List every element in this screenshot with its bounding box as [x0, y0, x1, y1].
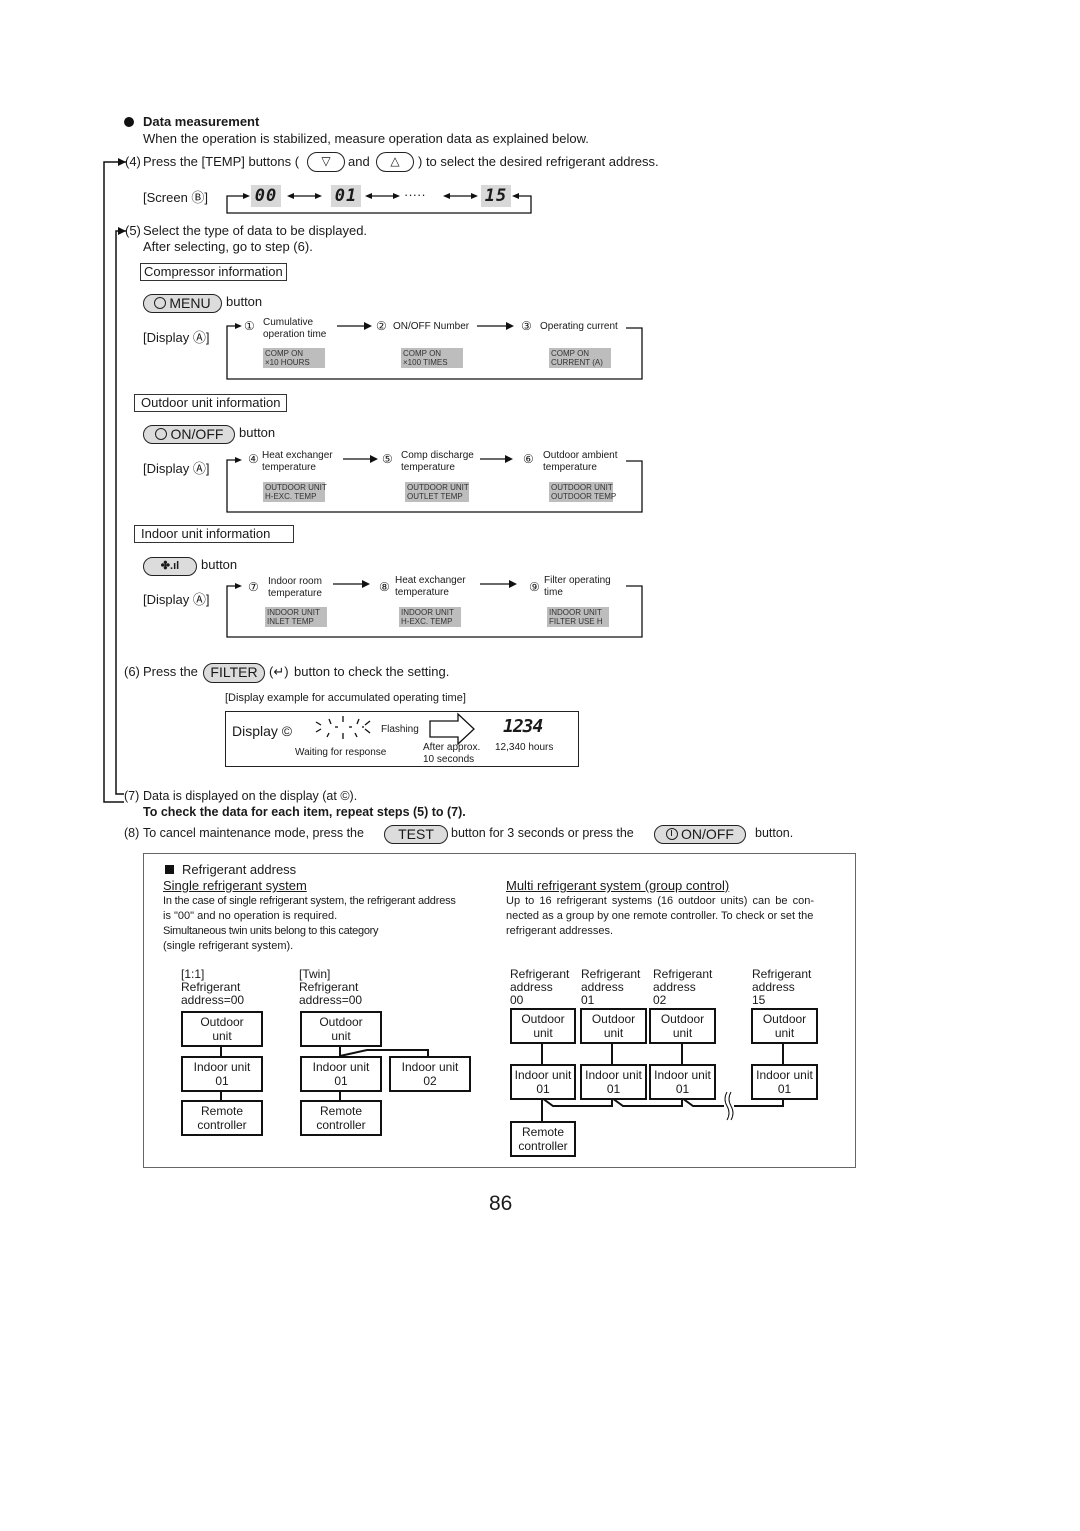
- remote-controller-box: Remote controller: [510, 1121, 576, 1157]
- multi-connection-lines: [541, 1042, 784, 1123]
- indoor-unit-box: Indoor unit 01: [580, 1064, 647, 1100]
- indoor-unit-box: Indoor unit 01: [510, 1064, 576, 1100]
- indoor-unit-box: Indoor unit 01: [649, 1064, 716, 1100]
- page-number: 86: [489, 1192, 513, 1215]
- break-symbol-icon: [724, 1091, 734, 1121]
- indoor-unit-box: Indoor unit 01: [751, 1064, 818, 1100]
